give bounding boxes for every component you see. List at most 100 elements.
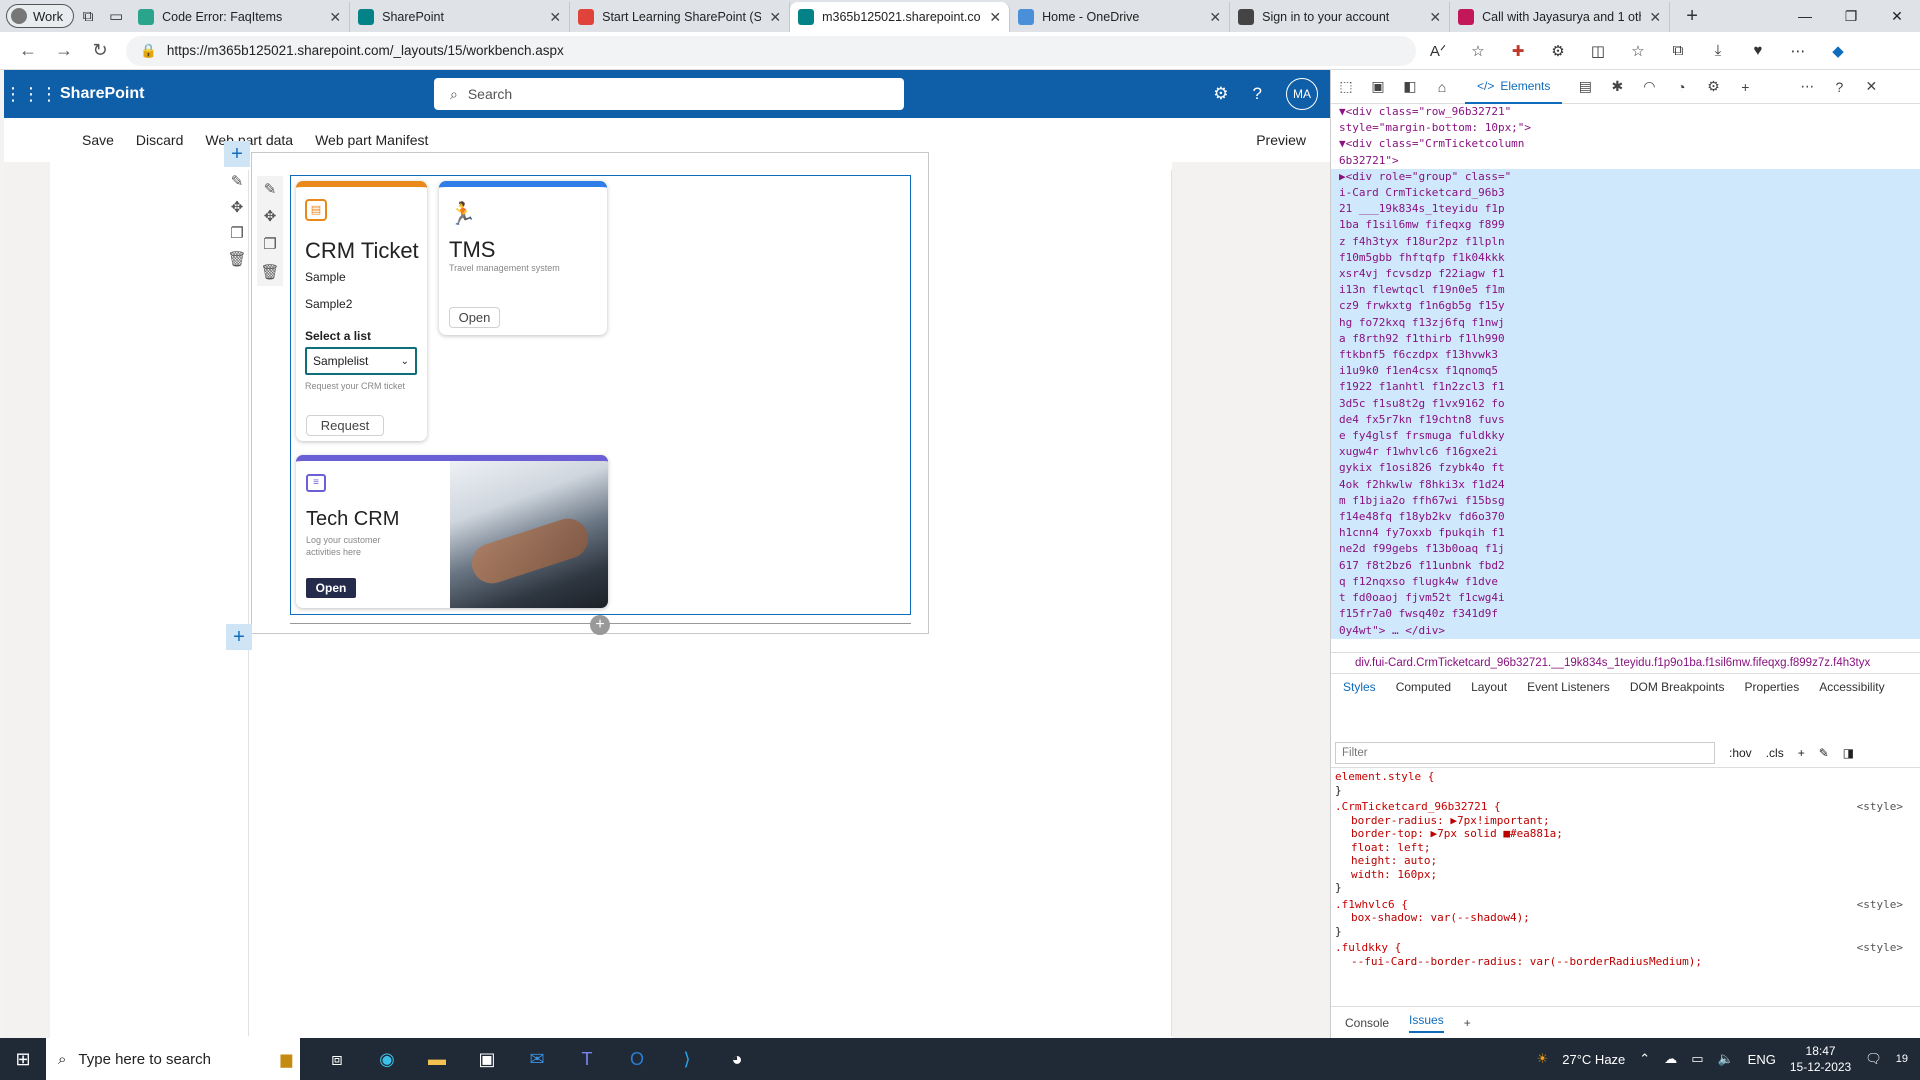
sp-search-box[interactable]: ⌕ Search xyxy=(434,78,904,110)
add-drawer-tab-icon[interactable]: + xyxy=(1464,1016,1471,1030)
css-declaration[interactable]: border-radius: ▶7px!important; xyxy=(1335,814,1920,828)
css-declaration[interactable]: width: 160px; xyxy=(1335,868,1920,882)
more-icon[interactable]: ⋯ xyxy=(1784,42,1812,60)
css-rule[interactable]: element.style {} xyxy=(1335,770,1920,797)
tab-actions-icon[interactable]: ▭ xyxy=(102,2,130,30)
profile-button[interactable]: Work xyxy=(6,4,75,28)
move-webpart-icon[interactable]: ✥ xyxy=(260,207,280,225)
network-wifi-icon[interactable]: ◠ xyxy=(1640,78,1658,95)
dom-node-line[interactable]: f15fr7a0 fwsq40z f341d9f xyxy=(1331,606,1920,623)
dom-node-line[interactable]: hg fo72kxq f13zj6fq f1nwj xyxy=(1331,314,1920,331)
weather-icon[interactable]: ☀ xyxy=(1537,1051,1549,1067)
console-tab-icon[interactable]: ▤ xyxy=(1576,78,1594,95)
restore-icon[interactable]: ❐ xyxy=(1828,8,1874,25)
dom-node-line[interactable]: cz9 frwkxtg f1n6gb5g f15y xyxy=(1331,298,1920,315)
close-tab-icon[interactable]: ✕ xyxy=(769,9,781,26)
cls-toggle[interactable]: .cls xyxy=(1766,746,1784,760)
outlook-icon[interactable]: O xyxy=(612,1049,662,1070)
dom-tree[interactable]: ▼<div class="row_96b32721" style="margin… xyxy=(1331,104,1920,664)
drawer-tab-console[interactable]: Console xyxy=(1345,1016,1389,1030)
back-icon[interactable]: ← xyxy=(10,40,46,61)
dom-node-line[interactable]: gykix f1osi826 fzybk4o ft xyxy=(1331,460,1920,477)
add-section-bottom-button[interactable]: + xyxy=(226,624,252,650)
dom-node-line[interactable]: 21 ___19k834s_1teyidu f1p xyxy=(1331,201,1920,218)
mail-icon[interactable]: ✉ xyxy=(512,1049,562,1070)
minimize-icon[interactable]: — xyxy=(1782,8,1828,25)
dom-node-line[interactable]: q f12nqxso flugk4w f1dve xyxy=(1331,573,1920,591)
welcome-home-icon[interactable]: ⌂ xyxy=(1433,79,1451,95)
dom-node-line[interactable]: xsr4vj fcvsdzp f22iagw f1 xyxy=(1331,266,1920,283)
subtab-layout[interactable]: Layout xyxy=(1471,680,1507,720)
css-rule[interactable]: <style> .CrmTicketcard_96b32721 {border-r… xyxy=(1335,800,1920,895)
close-tab-icon[interactable]: ✕ xyxy=(1649,9,1661,26)
volume-icon[interactable]: 🔈 xyxy=(1717,1051,1733,1067)
rule-source[interactable]: <style> xyxy=(1857,941,1903,955)
css-rule[interactable]: <style> .f1whvlc6 {box-shadow: var(--shad… xyxy=(1335,898,1920,939)
dom-node-line[interactable]: f14e48fq f18yb2kv fd6o370 xyxy=(1331,509,1920,526)
notification-icon[interactable]: 🗨 xyxy=(1865,1051,1882,1067)
tab-elements[interactable]: </> Elements xyxy=(1465,70,1563,104)
paint-icon[interactable]: ✎ xyxy=(1819,746,1829,760)
dom-node-line[interactable]: xugw4r f1whvlc6 f16gxe2i xyxy=(1331,444,1920,461)
subtab-properties[interactable]: Properties xyxy=(1745,680,1800,720)
browser-tab[interactable]: Home - OneDrive ✕ xyxy=(1010,2,1231,32)
subtab-styles[interactable]: Styles xyxy=(1343,680,1376,720)
subtab-dom-breakpoints[interactable]: DOM Breakpoints xyxy=(1630,680,1725,720)
clock[interactable]: 18:47 15-12-2023 xyxy=(1790,1043,1851,1075)
task-view-icon[interactable]: ⧈ xyxy=(312,1049,362,1070)
settings-icon[interactable]: ⚙ xyxy=(1704,78,1722,95)
cmd-preview[interactable]: Preview xyxy=(1256,132,1306,148)
read-aloud-icon[interactable]: Aᐟ xyxy=(1424,42,1452,60)
css-declaration[interactable]: height: auto; xyxy=(1335,854,1920,868)
css-declaration[interactable]: float: left; xyxy=(1335,841,1920,855)
browser-tab[interactable]: SharePoint ✕ xyxy=(350,2,571,32)
browser-tab[interactable]: Sign in to your account ✕ xyxy=(1230,2,1451,32)
dom-node-line[interactable]: m f1bjia2o ffh67wi f15bsg xyxy=(1331,492,1920,510)
dom-node-line[interactable]: i1u9k0 f1en4csx f1qnomq5 xyxy=(1331,363,1920,380)
devtools-close-icon[interactable]: ✕ xyxy=(1862,78,1880,95)
dom-node-line[interactable]: e fy4glsf frsmuga fuldkky xyxy=(1331,428,1920,445)
chat-app-icon[interactable]: ◕ xyxy=(712,1049,762,1070)
rule-source[interactable]: <style> xyxy=(1857,898,1903,912)
more-tools-plus-icon[interactable]: + xyxy=(1736,79,1754,95)
devtools-more-icon[interactable]: ⋯ xyxy=(1798,78,1816,95)
favorites-icon[interactable]: ☆ xyxy=(1624,42,1652,60)
dom-node-line[interactable]: f10m5gbb fhftqfp f1k04kkk xyxy=(1331,249,1920,267)
tray-chevron-icon[interactable]: ⌃ xyxy=(1639,1051,1650,1067)
dom-node-line[interactable]: 0y4wt"> … </div> xyxy=(1331,622,1920,639)
vscode-icon[interactable]: ⟩ xyxy=(662,1049,712,1070)
close-window-icon[interactable]: ✕ xyxy=(1874,8,1920,25)
cmd-web-part-manifest[interactable]: Web part Manifest xyxy=(315,132,428,148)
dom-node-line[interactable]: t fd0oaoj fjvm52t f1cwg4i xyxy=(1331,590,1920,607)
close-tab-icon[interactable]: ✕ xyxy=(1429,9,1441,26)
new-tab-icon[interactable]: + xyxy=(1678,2,1706,30)
browser-tab[interactable]: Code Error: FaqItems ✕ xyxy=(130,2,351,32)
subtab-computed[interactable]: Computed xyxy=(1396,680,1451,720)
edge-icon[interactable]: ◉ xyxy=(362,1049,412,1070)
file-explorer-icon[interactable]: ▬ xyxy=(412,1049,462,1070)
device-toggle-icon[interactable]: ▣ xyxy=(1369,78,1387,95)
rule-source[interactable]: <style> xyxy=(1857,800,1903,814)
cmd-discard[interactable]: Discard xyxy=(136,132,183,148)
teams-icon[interactable]: T xyxy=(562,1049,612,1070)
dom-node-line[interactable]: ftkbnf5 f6czdpx f13hvwk3 xyxy=(1331,347,1920,364)
store-icon[interactable]: ▣ xyxy=(462,1049,512,1070)
tech-open-button[interactable]: Open xyxy=(306,578,356,598)
dom-node-line[interactable]: i-Card CrmTicketcard_96b3 xyxy=(1331,185,1920,202)
bug-icon[interactable]: ✱ xyxy=(1608,78,1626,95)
css-declaration[interactable]: box-shadow: var(--shadow4); xyxy=(1335,911,1920,925)
workspaces-icon[interactable]: ⧉ xyxy=(74,2,102,30)
css-declaration[interactable]: border-top: ▶7px solid ■#ea881a; xyxy=(1335,827,1920,841)
cmd-save[interactable]: Save xyxy=(82,132,114,148)
downloads-icon[interactable]: ⤓ xyxy=(1704,42,1732,60)
dom-node-line[interactable]: i13n flewtqcl f19n0e5 f1m xyxy=(1331,282,1920,299)
dom-node-line[interactable]: ▼<div class="row_96b32721" xyxy=(1331,104,1920,120)
duplicate-webpart-icon[interactable]: ❐ xyxy=(260,235,280,253)
extension-icon[interactable]: ✚ xyxy=(1504,42,1532,60)
edit-section-icon[interactable]: ✎ xyxy=(227,172,247,190)
forward-icon[interactable]: → xyxy=(46,40,82,61)
css-declaration[interactable]: --fui-Card--border-radius: var(--borderR… xyxy=(1335,955,1920,969)
styles-filter-input[interactable]: Filter xyxy=(1335,741,1715,764)
dom-node-line[interactable]: h1cnn4 fy7oxxb fpukqih f1 xyxy=(1331,525,1920,542)
new-rule-icon[interactable]: + xyxy=(1798,746,1805,760)
